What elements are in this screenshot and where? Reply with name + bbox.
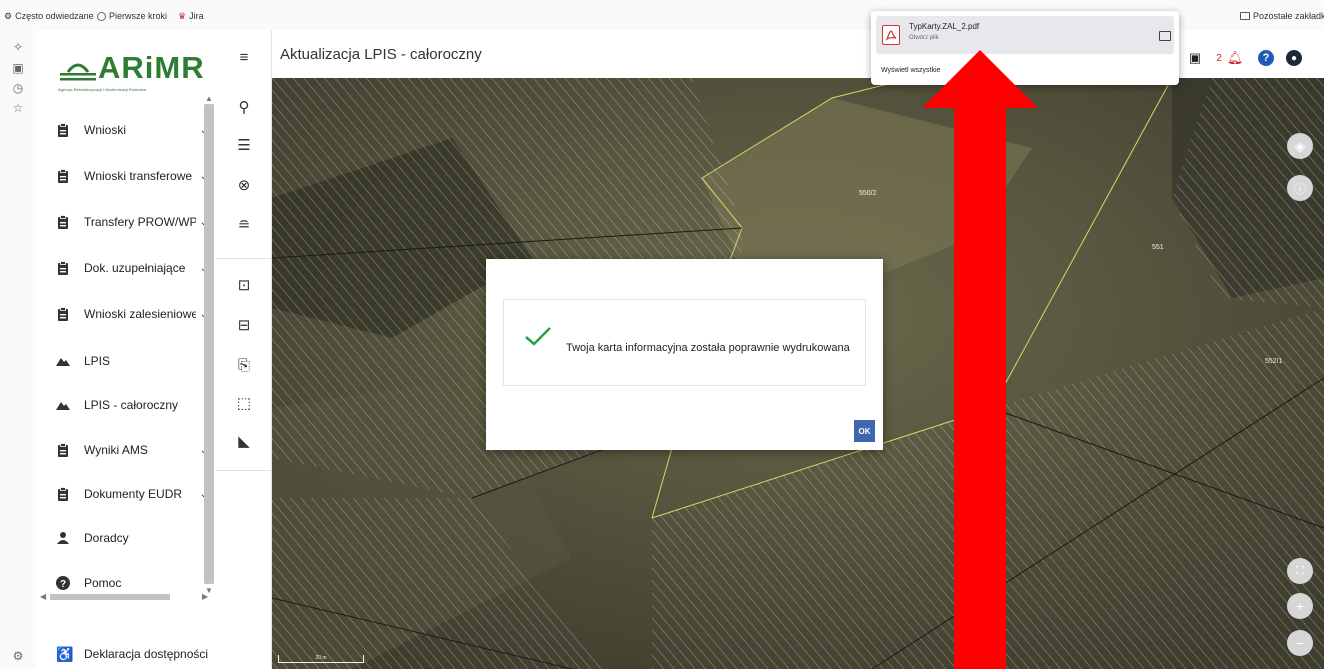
- save-icon[interactable]: ▣: [1188, 50, 1202, 66]
- cancel-circle-icon[interactable]: ⊗: [233, 174, 255, 196]
- settings-icon[interactable]: ⚙: [12, 650, 24, 662]
- bookmark-other[interactable]: Pozostałe zakładki: [1240, 10, 1324, 22]
- sidebar-scrollbar[interactable]: [204, 104, 214, 584]
- sidebar-item-label: Wnioski transferowe: [84, 169, 193, 183]
- scroll-left-icon[interactable]: ◀: [40, 592, 46, 601]
- bookmark-jira[interactable]: ♛ Jira: [178, 10, 204, 22]
- document-settings-icon[interactable]: ⎘: [233, 354, 255, 376]
- layers-icon[interactable]: ◈: [1287, 133, 1313, 159]
- notification-count: 2: [1216, 52, 1222, 64]
- clipboard-icon: [56, 261, 70, 275]
- print-success-dialog: Twoja karta informacyjna została poprawn…: [486, 259, 883, 450]
- sidebar-item-label: Wnioski: [84, 123, 127, 137]
- accessibility-icon: ♿: [56, 646, 74, 662]
- sidebar-item-wyniki-ams[interactable]: Wyniki AMS⌄: [56, 440, 208, 460]
- gear-icon: ⚙: [4, 10, 13, 21]
- globe-icon: [97, 11, 106, 21]
- sidebar-hscrollbar[interactable]: [50, 594, 170, 600]
- sidebar-item-wnioski-transferowe[interactable]: Wnioski transferowe⌄: [56, 166, 208, 186]
- list-icon[interactable]: ☰: [233, 134, 255, 156]
- tool-divider: [216, 258, 272, 259]
- fullscreen-icon[interactable]: ⛶: [1287, 558, 1313, 584]
- bookmark-first-steps[interactable]: Pierwsze kroki: [97, 10, 167, 22]
- red-arrow-annotation: [922, 50, 1038, 669]
- sidebar-item-label: Pomoc: [84, 576, 122, 590]
- folder-icon: [1240, 12, 1250, 20]
- parcel-label: 552/1: [1265, 358, 1283, 365]
- clipboard-icon: [56, 443, 70, 457]
- user-account-icon[interactable]: ●: [1286, 50, 1302, 66]
- clipboard-icon: [56, 169, 70, 183]
- sidebar-item-label: Transfery PROW/WPR: [84, 215, 196, 229]
- sidebar-item-wnioski[interactable]: Wnioski⌄: [56, 120, 208, 140]
- page-title: Aktualizacja LPIS - całoroczny: [280, 46, 482, 63]
- person-icon: [56, 531, 70, 545]
- sidebar-item-lpis-całoroczny[interactable]: LPIS - całoroczny: [56, 395, 208, 415]
- download-file-name: TypKarty.ZAL_2.pdf: [909, 22, 980, 31]
- pdf-file-icon: [882, 25, 900, 45]
- checkmark-icon: [525, 327, 551, 346]
- clipboard-icon: [56, 123, 70, 137]
- clipboard-icon: [56, 307, 70, 321]
- sidebar-item-transfery-prow-wpr[interactable]: Transfery PROW/WPR⌄: [56, 212, 208, 232]
- dialog-message: Twoja karta informacyjna została poprawn…: [566, 342, 850, 354]
- parcel-label: 550/2: [859, 190, 877, 197]
- sidebar-item-label: Wnioski zalesieniowe: [84, 307, 196, 321]
- jira-icon: ♛: [178, 10, 187, 21]
- mountain-icon: [56, 398, 70, 412]
- dashed-rectangle-icon[interactable]: ⬚: [233, 392, 255, 414]
- select-area-icon[interactable]: ⊡: [233, 274, 255, 296]
- sidebar-tabs-icon[interactable]: ▣: [12, 62, 24, 74]
- sidebar-item-label: LPIS - całoroczny: [84, 398, 179, 412]
- zoom-out-icon[interactable]: −: [1287, 630, 1313, 656]
- download-item[interactable]: TypKarty.ZAL_2.pdf Otwórz plik: [876, 16, 1174, 54]
- tool-divider: [216, 470, 272, 471]
- sidebar-item-label: Doradcy: [84, 531, 129, 545]
- sidebar-item-dokumenty-eudr[interactable]: Dokumenty EUDR⌄: [56, 484, 208, 504]
- clipboard-icon: [56, 215, 70, 229]
- browser-side-strip: ✧ ▣ ◷ ☆ ⚙: [0, 30, 36, 669]
- arimr-logo[interactable]: ARiMR Agencja Restrukturyzacji i Moderni…: [58, 48, 218, 100]
- star-icon[interactable]: ☆: [12, 102, 24, 114]
- svg-text:?: ?: [60, 579, 66, 590]
- sidebar-item-doradcy[interactable]: Doradcy: [56, 528, 208, 548]
- dialog-content: Twoja karta informacyjna została poprawn…: [503, 299, 866, 386]
- scroll-up-icon[interactable]: ▲: [205, 94, 213, 103]
- sidebar-item-accessibility[interactable]: ♿ Deklaracja dostępności: [56, 644, 208, 664]
- logo-mark-icon: [60, 63, 96, 81]
- measure-angle-icon[interactable]: ◣: [233, 430, 255, 452]
- help-icon[interactable]: ?: [1258, 50, 1274, 66]
- ai-sparkle-icon[interactable]: ✧: [12, 41, 24, 53]
- bell-icon[interactable]: 🔔︎: [1227, 50, 1244, 66]
- mountain-icon: [56, 354, 70, 368]
- app-sidebar: ARiMR Agencja Restrukturyzacji i Moderni…: [36, 30, 216, 669]
- download-open-file[interactable]: Otwórz plik: [909, 35, 939, 41]
- help-icon: ?: [56, 576, 70, 590]
- warning-box-icon[interactable]: ⊟: [233, 314, 255, 336]
- sidebar-item-lpis[interactable]: LPIS: [56, 351, 208, 371]
- clipboard-icon: [56, 487, 70, 501]
- tool-column: ≡ ⚲ ☰ ⊗ ≘ ⊡ ⊟ ⎘ ⬚ ◣: [216, 30, 272, 669]
- sidebar-item-wnioski-zalesieniowe[interactable]: Wnioski zalesieniowe⌄: [56, 304, 208, 324]
- show-in-folder-icon[interactable]: [1159, 31, 1171, 41]
- sidebar-item-pomoc[interactable]: ? Pomoc: [56, 573, 208, 593]
- scroll-right-icon[interactable]: ▶: [202, 592, 208, 601]
- history-icon[interactable]: ◷: [12, 82, 24, 94]
- sidebar-item-dok-uzupełniające[interactable]: Dok. uzupełniające⌄: [56, 258, 208, 278]
- list-alert-icon[interactable]: ≘: [233, 214, 255, 236]
- ok-button[interactable]: OK: [854, 420, 875, 442]
- parcel-label: 551: [1152, 244, 1164, 251]
- zoom-in-icon[interactable]: +: [1287, 593, 1313, 619]
- menu-icon[interactable]: ≡: [233, 46, 255, 68]
- info-icon[interactable]: ⓘ: [1287, 175, 1313, 201]
- search-icon[interactable]: ⚲: [233, 96, 255, 118]
- sidebar-item-label: Wyniki AMS: [84, 443, 148, 457]
- map-scale-bar: 20 m: [278, 655, 364, 663]
- sidebar-item-label: LPIS: [84, 354, 111, 368]
- bookmark-often-visited[interactable]: ⚙ Często odwiedzane: [4, 10, 94, 22]
- sidebar-item-label: Dok. uzupełniające: [84, 261, 186, 275]
- sidebar-item-label: Dokumenty EUDR: [84, 487, 183, 501]
